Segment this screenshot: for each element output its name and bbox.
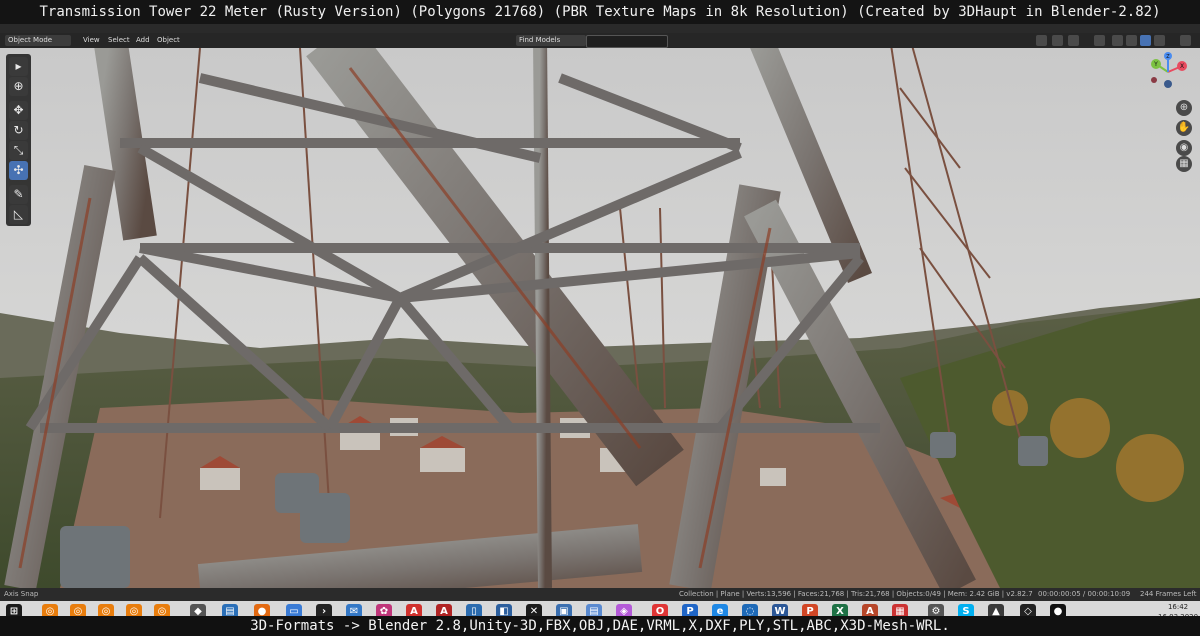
axis-snap-status: Axis Snap (4, 590, 39, 598)
shading-material-icon[interactable] (1140, 35, 1151, 46)
axis-gizmo-icon[interactable]: X Y Z (1146, 52, 1194, 92)
shading-options-icon[interactable] (1180, 35, 1191, 46)
blender-topbar (0, 24, 1200, 33)
ruler-icon: ◺ (13, 207, 24, 221)
pencil-icon: ✎ (13, 187, 24, 201)
object-mode-dropdown[interactable]: Object Mode (5, 35, 71, 46)
rotate-tool[interactable]: ↻ (9, 121, 28, 140)
axis-y-label: Y (1153, 61, 1158, 68)
gizmo-toggle-icon[interactable] (1052, 35, 1063, 46)
video-title-caption: Transmission Tower 22 Meter (Rusty Versi… (0, 0, 1200, 24)
tower-render (0, 48, 1200, 588)
status-bar: Axis Snap Collection | Plane | Verts:13,… (0, 588, 1200, 601)
grid-perspective-icon[interactable]: ▦ (1176, 156, 1192, 172)
formats-caption: 3D-Formats -> Blender 2.8,Unity-3D,FBX,O… (0, 616, 1200, 636)
overlay-toggle-icon[interactable] (1068, 35, 1079, 46)
shading-solid-icon[interactable] (1126, 35, 1137, 46)
frames-left: 244 Frames Left (1140, 590, 1197, 598)
cursor-tool[interactable]: ⊕ (9, 77, 28, 96)
transform-icon: ✣ (13, 163, 24, 177)
scale-tool[interactable]: ⤡ (9, 141, 28, 160)
crosshair-icon: ⊕ (13, 79, 24, 93)
viewport-header: Object Mode View Select Add Object Find … (0, 33, 1200, 48)
tool-shelf: ▸ ⊕ ✥ ↻ ⤡ ✣ ✎ ◺ (6, 54, 31, 226)
3d-viewport[interactable] (0, 48, 1200, 588)
scale-icon: ⤡ (13, 143, 24, 157)
xray-toggle-icon[interactable] (1094, 35, 1105, 46)
annotate-tool[interactable]: ✎ (9, 185, 28, 204)
select-box-tool[interactable]: ▸ (9, 57, 28, 76)
navigation-gizmo[interactable]: X Y Z ⊕ ✋ ◉ ▦ (1146, 52, 1194, 172)
scene-stats: Collection | Plane | Verts:13,596 | Face… (679, 590, 1033, 598)
select-menu[interactable]: Select (105, 35, 133, 46)
axis-x-label: X (1180, 63, 1184, 70)
axis-z-label: Z (1166, 54, 1170, 60)
cursor-icon: ▸ (15, 59, 22, 73)
shading-rendered-icon[interactable] (1154, 35, 1165, 46)
find-models-button[interactable]: Find Models (516, 35, 586, 46)
zoom-icon[interactable]: ⊕ (1176, 100, 1192, 116)
view-menu[interactable]: View (80, 35, 103, 46)
timecode: 00:00:00:05 / 00:00:10:09 (1038, 590, 1131, 598)
measure-tool[interactable]: ◺ (9, 205, 28, 224)
visibility-icon[interactable] (1036, 35, 1047, 46)
rotate-icon: ↻ (13, 123, 24, 137)
move-tool[interactable]: ✥ (9, 101, 28, 120)
clock-time: 16:42 (1167, 603, 1189, 611)
add-menu[interactable]: Add (133, 35, 153, 46)
pan-hand-icon[interactable]: ✋ (1176, 120, 1192, 136)
transform-tool[interactable]: ✣ (9, 161, 28, 180)
object-menu[interactable]: Object (154, 35, 183, 46)
search-input[interactable] (586, 35, 668, 48)
move-icon: ✥ (13, 103, 24, 117)
camera-icon[interactable]: ◉ (1176, 140, 1192, 156)
shading-wireframe-icon[interactable] (1112, 35, 1123, 46)
